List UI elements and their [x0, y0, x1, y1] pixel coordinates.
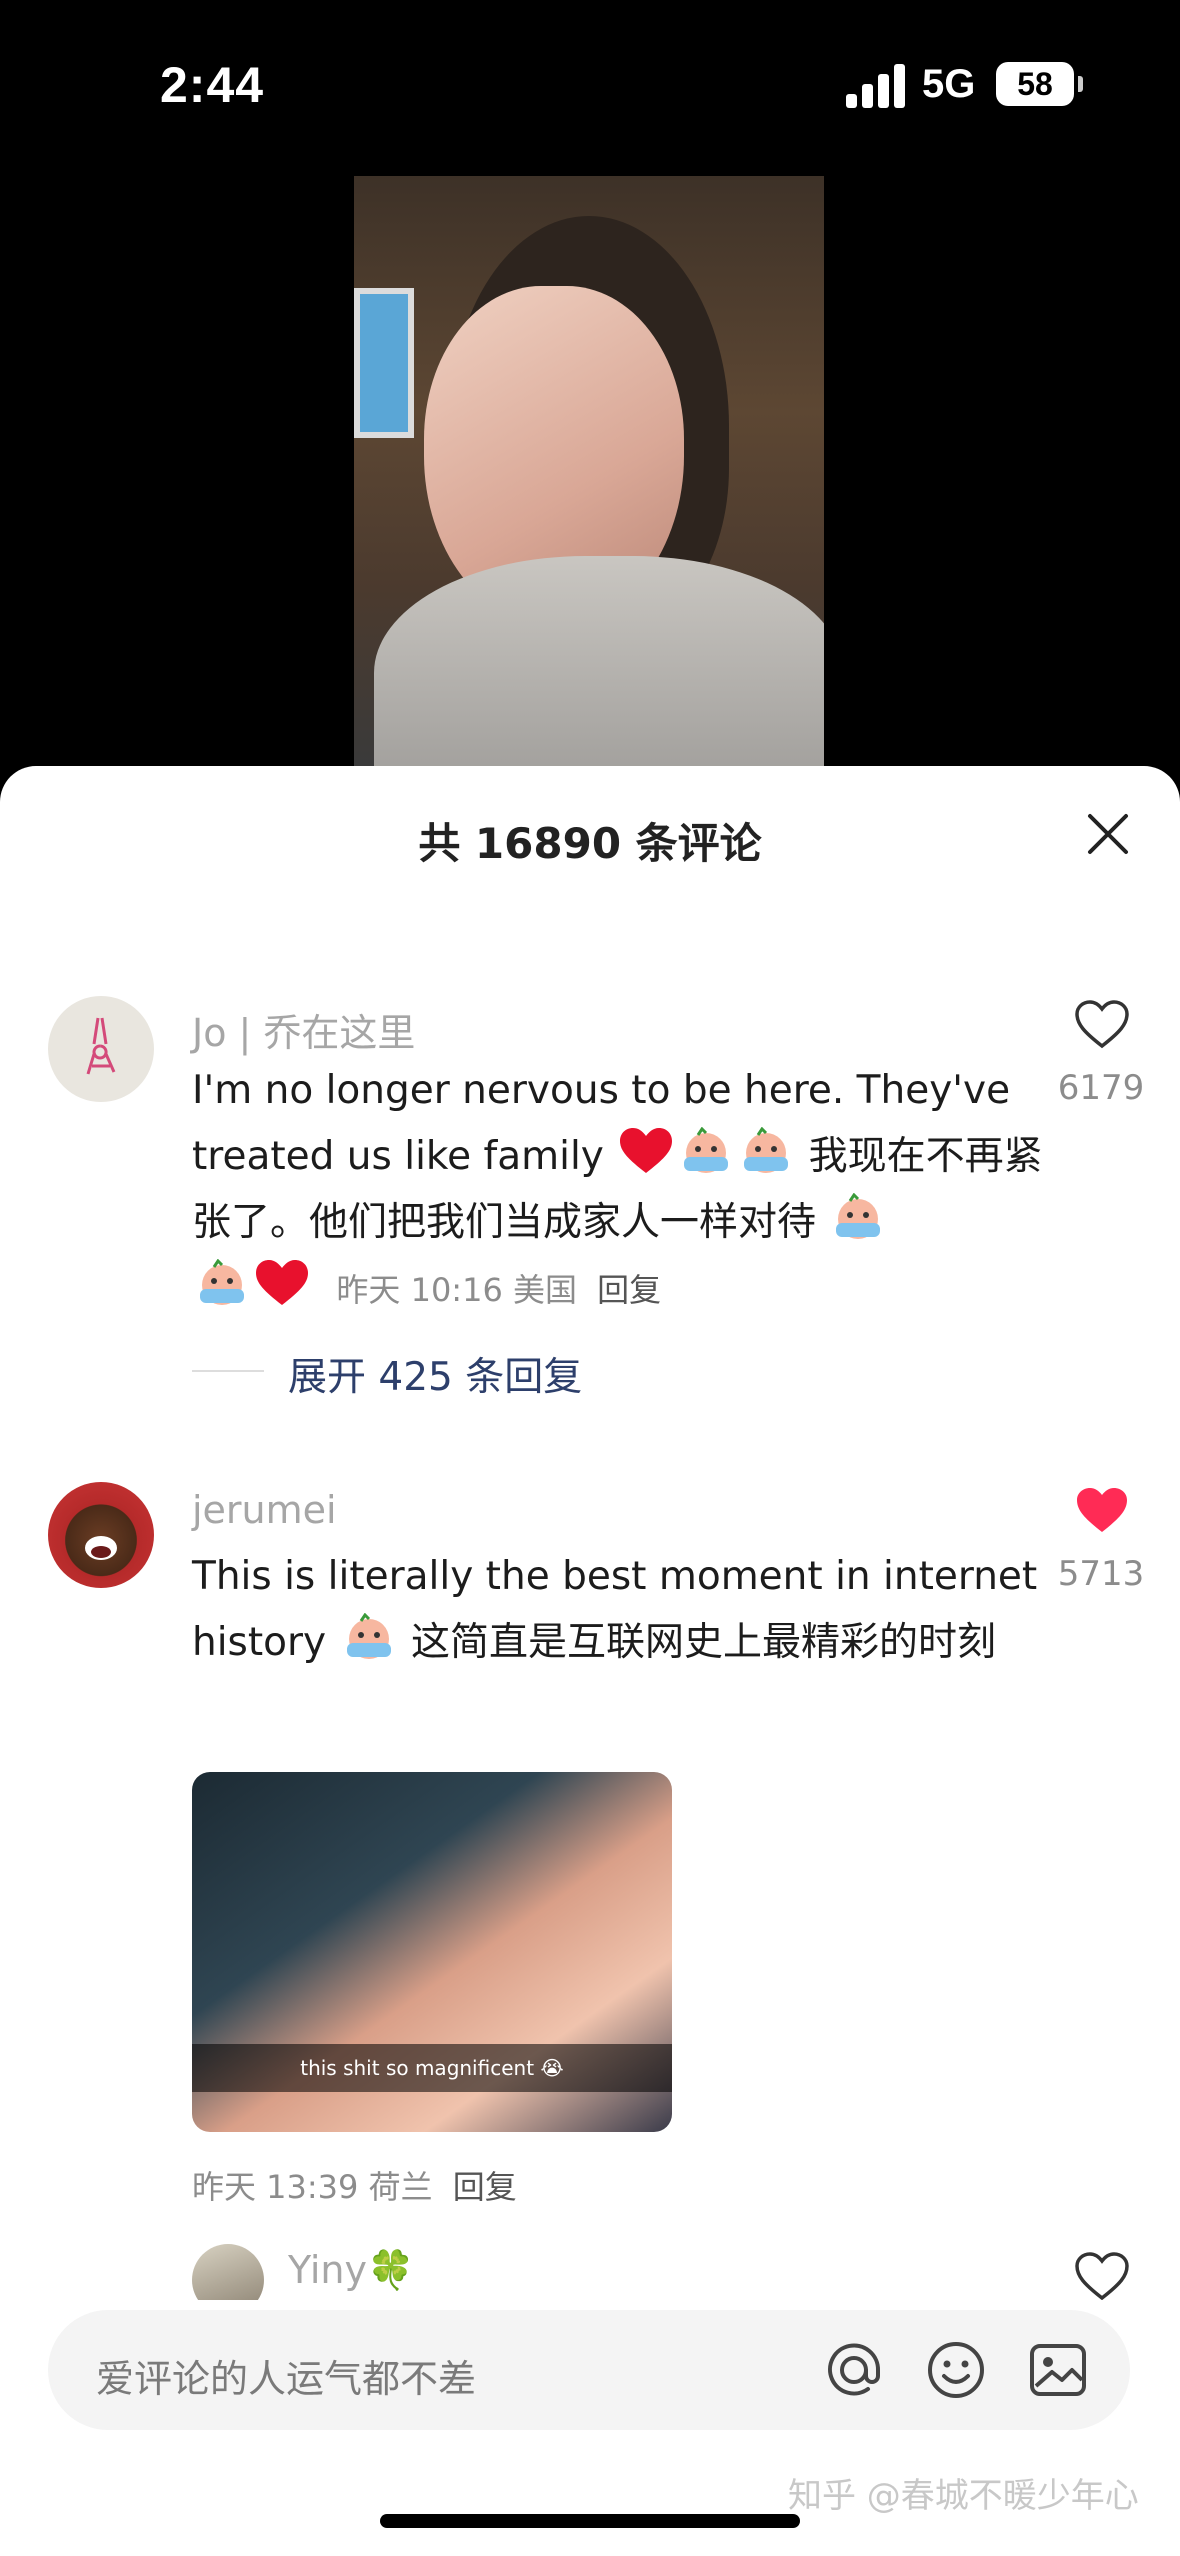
expand-replies-button[interactable]: 展开 425 条回复 — [288, 1346, 582, 1402]
image-icon[interactable] — [1026, 2338, 1090, 2402]
avatar-face-icon — [85, 1536, 117, 1560]
avatar[interactable] — [192, 2244, 264, 2300]
crying-emoji-icon — [200, 1259, 244, 1305]
network-type: 5G — [922, 62, 976, 106]
crying-emoji-icon — [684, 1127, 729, 1173]
crying-emoji-icon — [836, 1193, 881, 1239]
mention-icon[interactable] — [822, 2338, 886, 2402]
comment-meta: 昨天 10:16 美国 回复 — [336, 1271, 661, 1309]
comment-username[interactable]: jerumei — [192, 1488, 337, 1532]
heart-outline-icon[interactable] — [1074, 1000, 1130, 1050]
like-count: 5713 — [1057, 1554, 1145, 1594]
comment-meta: 昨天 13:39 荷兰 回复 — [192, 2162, 517, 2208]
divider — [192, 1370, 264, 1372]
battery-icon: 58 — [996, 62, 1083, 106]
video-window-shape — [354, 288, 414, 438]
home-indicator[interactable] — [380, 2514, 800, 2528]
crying-emoji-icon — [744, 1127, 789, 1173]
video-preview[interactable] — [354, 176, 824, 766]
heart-filled-icon[interactable] — [1074, 1486, 1130, 1536]
comment-text: This is literally the best moment in int… — [192, 1544, 1072, 1676]
reply-button[interactable]: 回复 — [597, 1271, 661, 1309]
comment-time: 昨天 10:16 — [336, 1271, 503, 1309]
close-icon[interactable] — [1086, 812, 1130, 856]
comment-text: I'm no longer nervous to be here. They'v… — [192, 1058, 1072, 1323]
like-count: 6179 — [1057, 1068, 1145, 1108]
status-time: 2:44 — [160, 57, 265, 113]
status-bar: 2:44 5G 58 — [0, 0, 1180, 170]
comment-count-title: 共 16890 条评论 — [418, 819, 762, 868]
video-hoodie-shape — [374, 556, 824, 766]
comment-time: 昨天 13:39 — [192, 2168, 359, 2206]
emoji-icon[interactable] — [924, 2338, 988, 2402]
comment-username[interactable]: Yiny🍀 — [288, 2248, 414, 2293]
comment-location: 荷兰 — [368, 2168, 433, 2206]
image-caption: this shit so magnificent 😭 — [192, 2044, 672, 2092]
avatar-drawing-icon — [86, 1017, 116, 1075]
comment-input-placeholder: 爱评论的人运气都不差 — [96, 2357, 477, 2401]
reply-button[interactable]: 回复 — [453, 2168, 517, 2206]
heart-emoji-icon — [620, 1128, 673, 1173]
avatar[interactable] — [48, 996, 154, 1102]
crying-emoji-icon — [346, 1613, 391, 1659]
comment-location: 美国 — [512, 1271, 577, 1309]
comment-sheet: 共 16890 条评论 Jo | 乔在这里 I'm no longer nerv… — [0, 766, 1180, 2556]
avatar[interactable] — [48, 1482, 154, 1588]
next-comment: Yiny🍀 — [0, 2236, 1180, 2300]
comment-text-part: 这简直是互联网史上最精彩的时刻 — [398, 1620, 996, 1665]
watermark: 知乎 @春城不暖少年心 — [788, 2476, 1139, 2516]
comment-input[interactable]: 爱评论的人运气都不差 — [48, 2310, 1130, 2430]
comment-username[interactable]: Jo | 乔在这里 — [192, 1002, 415, 1057]
signal-icon — [846, 64, 906, 108]
heart-emoji-icon — [256, 1260, 308, 1305]
comment-image[interactable]: this shit so magnificent 😭 — [192, 1772, 672, 2132]
heart-outline-icon[interactable] — [1074, 2252, 1130, 2300]
